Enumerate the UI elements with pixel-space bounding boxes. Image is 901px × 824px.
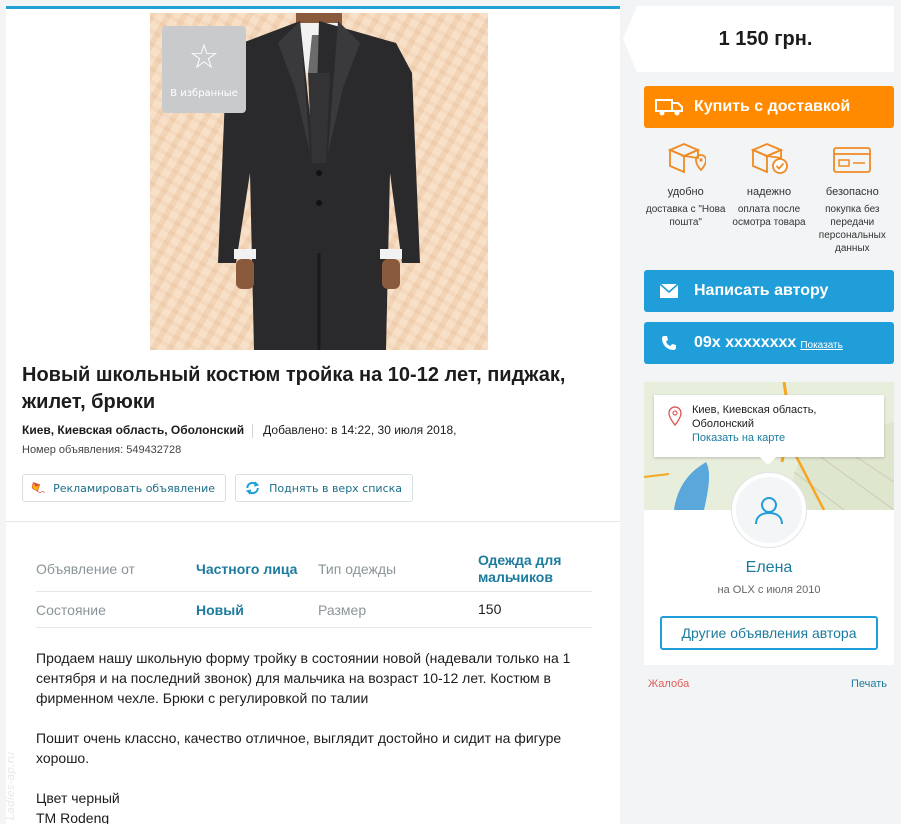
param-key: Состояние — [36, 601, 106, 618]
advertise-label: Рекламировать объявление — [53, 481, 215, 495]
location-pin-icon — [668, 406, 682, 426]
raise-label: Поднять в верх списка — [269, 481, 402, 495]
param-value-link[interactable]: Частного лица — [196, 561, 318, 577]
delivery-truck-icon — [644, 97, 694, 117]
favorite-button[interactable]: ☆ В избранные — [162, 26, 246, 113]
meta-divider — [252, 423, 254, 438]
phone-button[interactable]: 09x xxxxxxxx Показать — [644, 322, 894, 364]
listing-added-date: Добавлено: в 14:22, 30 июля 2018, — [263, 423, 457, 437]
description-line: Цвет черный — [36, 790, 120, 806]
avatar — [731, 472, 807, 548]
advertise-button[interactable]: Рекламировать объявление — [22, 474, 226, 502]
param-key: Тип одежды — [318, 561, 397, 577]
listing-description: Продаем нашу школьную форму тройку в сос… — [36, 648, 596, 824]
param-value-link[interactable]: Одежда для мальчиков — [478, 552, 588, 586]
phone-icon — [644, 335, 694, 351]
section-divider — [6, 521, 620, 522]
ad-number: Номер объявления: 549432728 — [22, 444, 182, 456]
delivery-box-pin-icon — [667, 143, 706, 174]
param-value: 150 — [478, 601, 502, 617]
feature-title: удобно — [667, 186, 704, 198]
show-phone-link[interactable]: Показать — [800, 340, 843, 351]
phone-number: 09x xxxxxxxx — [694, 334, 797, 351]
seller-since: на OLX с июля 2010 — [717, 584, 821, 596]
buy-with-delivery-button[interactable]: Купить с доставкой — [644, 86, 894, 128]
param-key: Объявление от — [36, 561, 135, 577]
delivery-features: удобно доставка с "Нова пошта" надежно о… — [644, 140, 894, 255]
feature-subtitle: доставка с "Нова пошта" — [645, 204, 726, 228]
description-paragraph: Пошит очень классно, качество отличное, … — [36, 730, 562, 766]
feature-item: надежно оплата после осмотра товара — [727, 140, 810, 255]
feature-title: безопасно — [825, 186, 879, 198]
write-to-author-button[interactable]: Написать автору — [644, 270, 894, 312]
price-label: 1 150 грн. — [623, 6, 894, 72]
description-paragraph: Продаем нашу школьную форму тройку в сос… — [36, 650, 571, 706]
show-on-map-link[interactable]: Показать на карте — [692, 431, 876, 445]
star-icon: ☆ — [188, 37, 220, 77]
watermark: Ladies-ap.ru — [4, 751, 17, 820]
param-key: Размер — [318, 601, 367, 618]
feature-item: безопасно покупка без передачи персональ… — [811, 140, 894, 255]
params-table: Объявление от Частного лица Тип одежды О… — [36, 547, 592, 628]
kite-icon — [31, 482, 45, 494]
feature-item: удобно доставка с "Нова пошта" — [644, 140, 727, 255]
buy-label: Купить с доставкой — [694, 98, 851, 115]
other-ads-button[interactable]: Другие объявления автора — [660, 616, 878, 650]
envelope-icon — [644, 284, 694, 298]
param-value-link[interactable]: Новый — [196, 602, 318, 618]
write-label: Написать автору — [694, 282, 829, 299]
favorite-label: В избранные — [170, 88, 238, 99]
card-icon — [833, 147, 872, 173]
listing-card: ☆ В избранные Новый школьный костюм трой… — [6, 6, 620, 824]
seller-card: Киев, Киевская область, Оболонский Показ… — [644, 382, 894, 665]
feature-title: надежно — [746, 186, 792, 198]
complaint-link[interactable]: Жалоба — [648, 678, 689, 690]
description-line: ТМ Rodeng — [36, 810, 110, 824]
seller-name[interactable]: Елена — [644, 559, 894, 577]
raise-to-top-button[interactable]: Поднять в верх списка — [235, 474, 413, 502]
listing-title: Новый школьный костюм тройка на 10-12 ле… — [22, 364, 566, 413]
print-link[interactable]: Печать — [851, 678, 887, 690]
param-row: Объявление от Частного лица Тип одежды О… — [36, 547, 592, 592]
map-location-popup: Киев, Киевская область, Оболонский Показ… — [654, 395, 884, 465]
listing-photo[interactable]: ☆ В избранные — [150, 13, 488, 350]
param-row: Состояние Новый Размер 150 — [36, 592, 592, 628]
user-icon — [755, 497, 783, 525]
box-check-icon — [750, 143, 788, 174]
feature-subtitle: оплата после осмотра товара — [732, 204, 806, 228]
listing-meta: Киев, Киевская область, Оболонский Добавл… — [22, 423, 457, 438]
listing-location[interactable]: Киев, Киевская область, Оболонский — [22, 423, 244, 437]
map-location-text: Киев, Киевская область, Оболонский — [692, 404, 817, 430]
refresh-arrows-icon — [245, 481, 260, 495]
feature-subtitle: покупка без передачи персональных данных — [818, 204, 886, 254]
